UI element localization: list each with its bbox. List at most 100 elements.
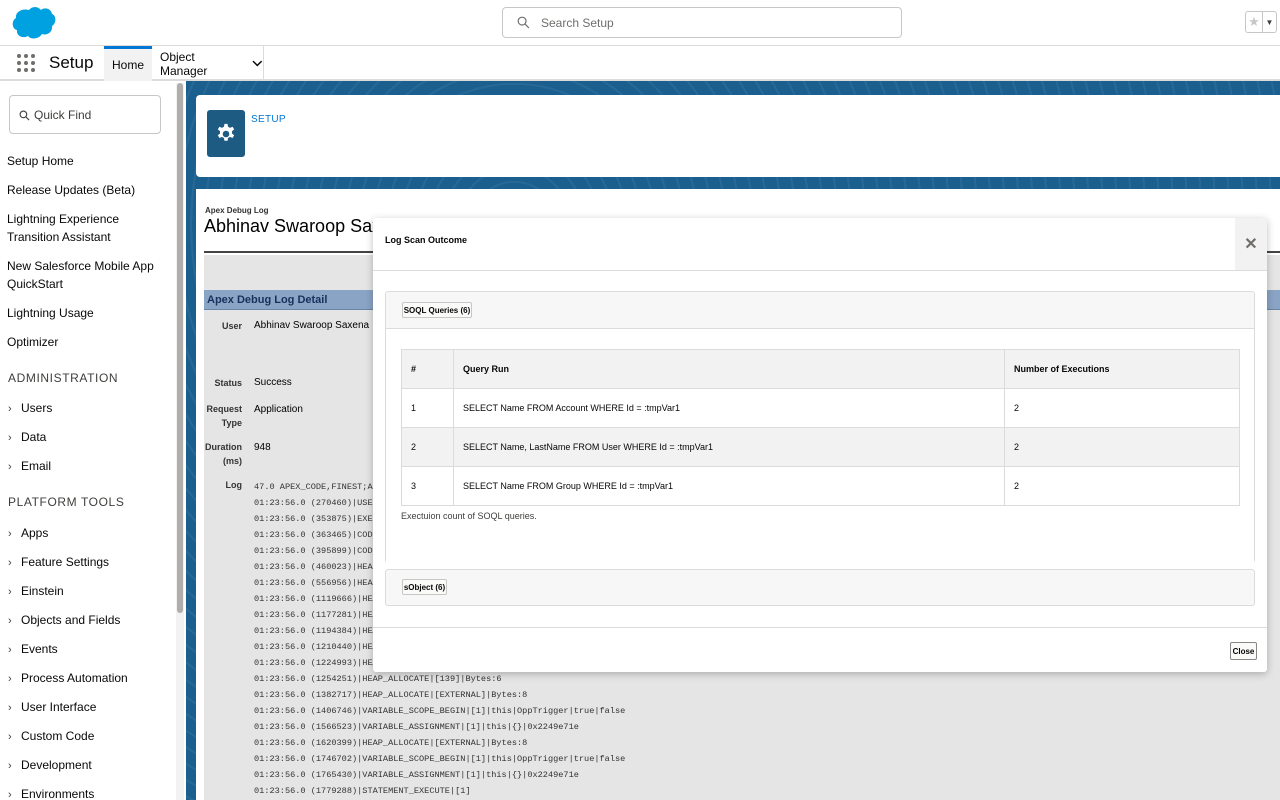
sidebar-link-setup-home[interactable]: Setup Home [7,152,167,170]
sidebar-item-custom-code[interactable]: › Custom Code [8,729,94,743]
star-icon[interactable]: ★ [1245,11,1263,33]
table-row: 1 SELECT Name FROM Account WHERE Id = :t… [401,388,1240,428]
row-number: 2 [401,427,454,467]
field-value-duration: 948 [254,442,271,453]
chevron-right-icon: › [8,731,12,743]
sidebar-item-users[interactable]: › Users [8,401,52,415]
chevron-right-icon: › [8,673,12,685]
search-setup-input[interactable] [541,8,891,37]
field-label-status: Status [214,378,242,388]
sidebar-item-einstein[interactable]: › Einstein [8,584,64,598]
log-line: 01:23:56.0 (1254251)|HEAP_ALLOCATE|[139]… [254,674,502,684]
sobject-toggle[interactable]: sObject (6) [402,579,447,595]
tab-home[interactable]: Home [104,46,152,81]
sidebar-item-apps[interactable]: › Apps [8,526,48,540]
field-label-duration: Duration (ms) [205,442,242,466]
quick-find-box[interactable] [9,95,161,134]
sidebar-item-label: Custom Code [21,729,95,743]
sidebar-item-process-automation[interactable]: › Process Automation [8,671,128,685]
chevron-right-icon: › [8,432,12,444]
sidebar-item-environments[interactable]: › Environments [8,787,94,800]
soql-queries-table: # Query Run Number of Executions 1 SELEC… [401,349,1240,506]
soql-queries-section: SOQL Queries (6) # Query Run Number of E… [385,291,1255,563]
tab-object-manager-label: Object Manager [160,49,208,78]
row-query: SELECT Name FROM Group WHERE Id = :tmpVa… [453,466,1005,506]
sidebar-item-label: User Interface [21,700,97,714]
chevron-right-icon: › [8,760,12,772]
salesforce-cloud-logo[interactable] [10,5,56,41]
page-type-label: Apex Debug Log [205,206,269,215]
chevron-right-icon: › [8,557,12,569]
sidebar-item-label: Users [21,401,53,415]
column-header-executions: Number of Executions [1004,349,1240,389]
sidebar-link-release-updates[interactable]: Release Updates (Beta) [7,181,167,199]
soql-queries-toggle[interactable]: SOQL Queries (6) [402,302,472,318]
sidebar-link-optimizer[interactable]: Optimizer [7,333,167,351]
log-line: 01:23:56.0 (1779288)|STATEMENT_EXECUTE|[… [254,786,471,796]
search-icon [517,16,530,29]
sidebar-item-user-interface[interactable]: › User Interface [8,700,96,714]
column-header-query: Query Run [453,349,1005,389]
table-header-row: # Query Run Number of Executions [401,349,1240,389]
sidebar-heading-administration: ADMINISTRATION [8,371,119,385]
global-header: ★ ▼ [0,0,1280,46]
chevron-down-icon[interactable] [252,60,263,67]
chevron-right-icon: › [8,702,12,714]
sidebar-heading-platform-tools: PLATFORM TOOLS [8,495,125,509]
sidebar-item-objects-and-fields[interactable]: › Objects and Fields [8,613,120,627]
sidebar-item-email[interactable]: › Email [8,459,51,473]
table-row: 3 SELECT Name FROM Group WHERE Id = :tmp… [401,466,1240,506]
gear-icon [207,110,245,157]
sidebar-scrollbar-thumb[interactable] [177,83,183,613]
chevron-right-icon: › [8,615,12,627]
sidebar-link-mobile-quickstart[interactable]: New Salesforce Mobile App QuickStart [7,257,167,293]
table-caption: Exectuion count of SOQL queries. [401,511,537,521]
log-line: 01:23:56.0 (1746702)|VARIABLE_SCOPE_BEGI… [254,754,626,764]
sidebar-item-label: Feature Settings [21,555,110,569]
modal-footer: Close [373,627,1267,672]
sobject-section: sObject (6) [385,569,1255,606]
sidebar-item-label: Objects and Fields [21,613,121,627]
chevron-right-icon: › [8,528,12,540]
log-line: 01:23:56.0 (1566523)|VARIABLE_ASSIGNMENT… [254,722,579,732]
setup-page-header: SETUP [196,95,1280,177]
field-label-log: Log [225,480,243,490]
sidebar-scrollbar[interactable] [176,83,184,800]
app-name: Setup [49,53,94,72]
field-value-user[interactable]: Abhinav Swaroop Saxena [254,320,369,331]
sidebar-item-label: Development [21,758,92,772]
chevron-right-icon: › [8,461,12,473]
chevron-right-icon: › [8,586,12,598]
sidebar-item-label: Data [21,430,47,444]
sidebar-link-lightning-transition[interactable]: Lightning Experience Transition Assistan… [7,210,167,246]
search-setup-box[interactable] [502,7,902,38]
sidebar-item-label: Process Automation [21,671,128,685]
waffle-icon[interactable] [17,54,35,72]
close-button[interactable]: Close [1230,642,1257,660]
tab-object-manager[interactable]: Object Manager [152,46,264,81]
row-executions: 2 [1004,388,1240,428]
row-query: SELECT Name FROM Account WHERE Id = :tmp… [453,388,1005,428]
log-scan-modal: Log Scan Outcome ✕ SOQL Queries (6) # Qu… [373,218,1267,672]
sidebar-item-data[interactable]: › Data [8,430,46,444]
caret-down-icon[interactable]: ▼ [1263,11,1277,33]
setup-breadcrumb[interactable]: SETUP [251,114,286,125]
field-value-status: Success [254,377,292,388]
log-line: 01:23:56.0 (1620399)|HEAP_ALLOCATE|[EXTE… [254,738,528,748]
row-number: 1 [401,388,454,428]
sidebar-item-events[interactable]: › Events [8,642,58,656]
detail-section-title: Apex Debug Log Detail [207,294,328,306]
sidebar-item-development[interactable]: › Development [8,758,92,772]
sidebar-link-lightning-usage[interactable]: Lightning Usage [7,304,167,322]
field-label-request-type: Request Type [206,404,242,428]
close-icon[interactable]: ✕ [1235,218,1267,270]
sidebar-item-feature-settings[interactable]: › Feature Settings [8,555,109,569]
sidebar-item-label: Einstein [21,584,64,598]
row-executions: 2 [1004,427,1240,467]
context-nav-bar: Setup Home Object Manager [0,46,1280,81]
sidebar-item-label: Events [21,642,58,656]
sidebar-item-label: Environments [21,787,95,800]
quick-find-input[interactable] [34,96,156,133]
sidebar-item-label: Email [21,459,52,473]
table-row: 2 SELECT Name, LastName FROM User WHERE … [401,427,1240,467]
